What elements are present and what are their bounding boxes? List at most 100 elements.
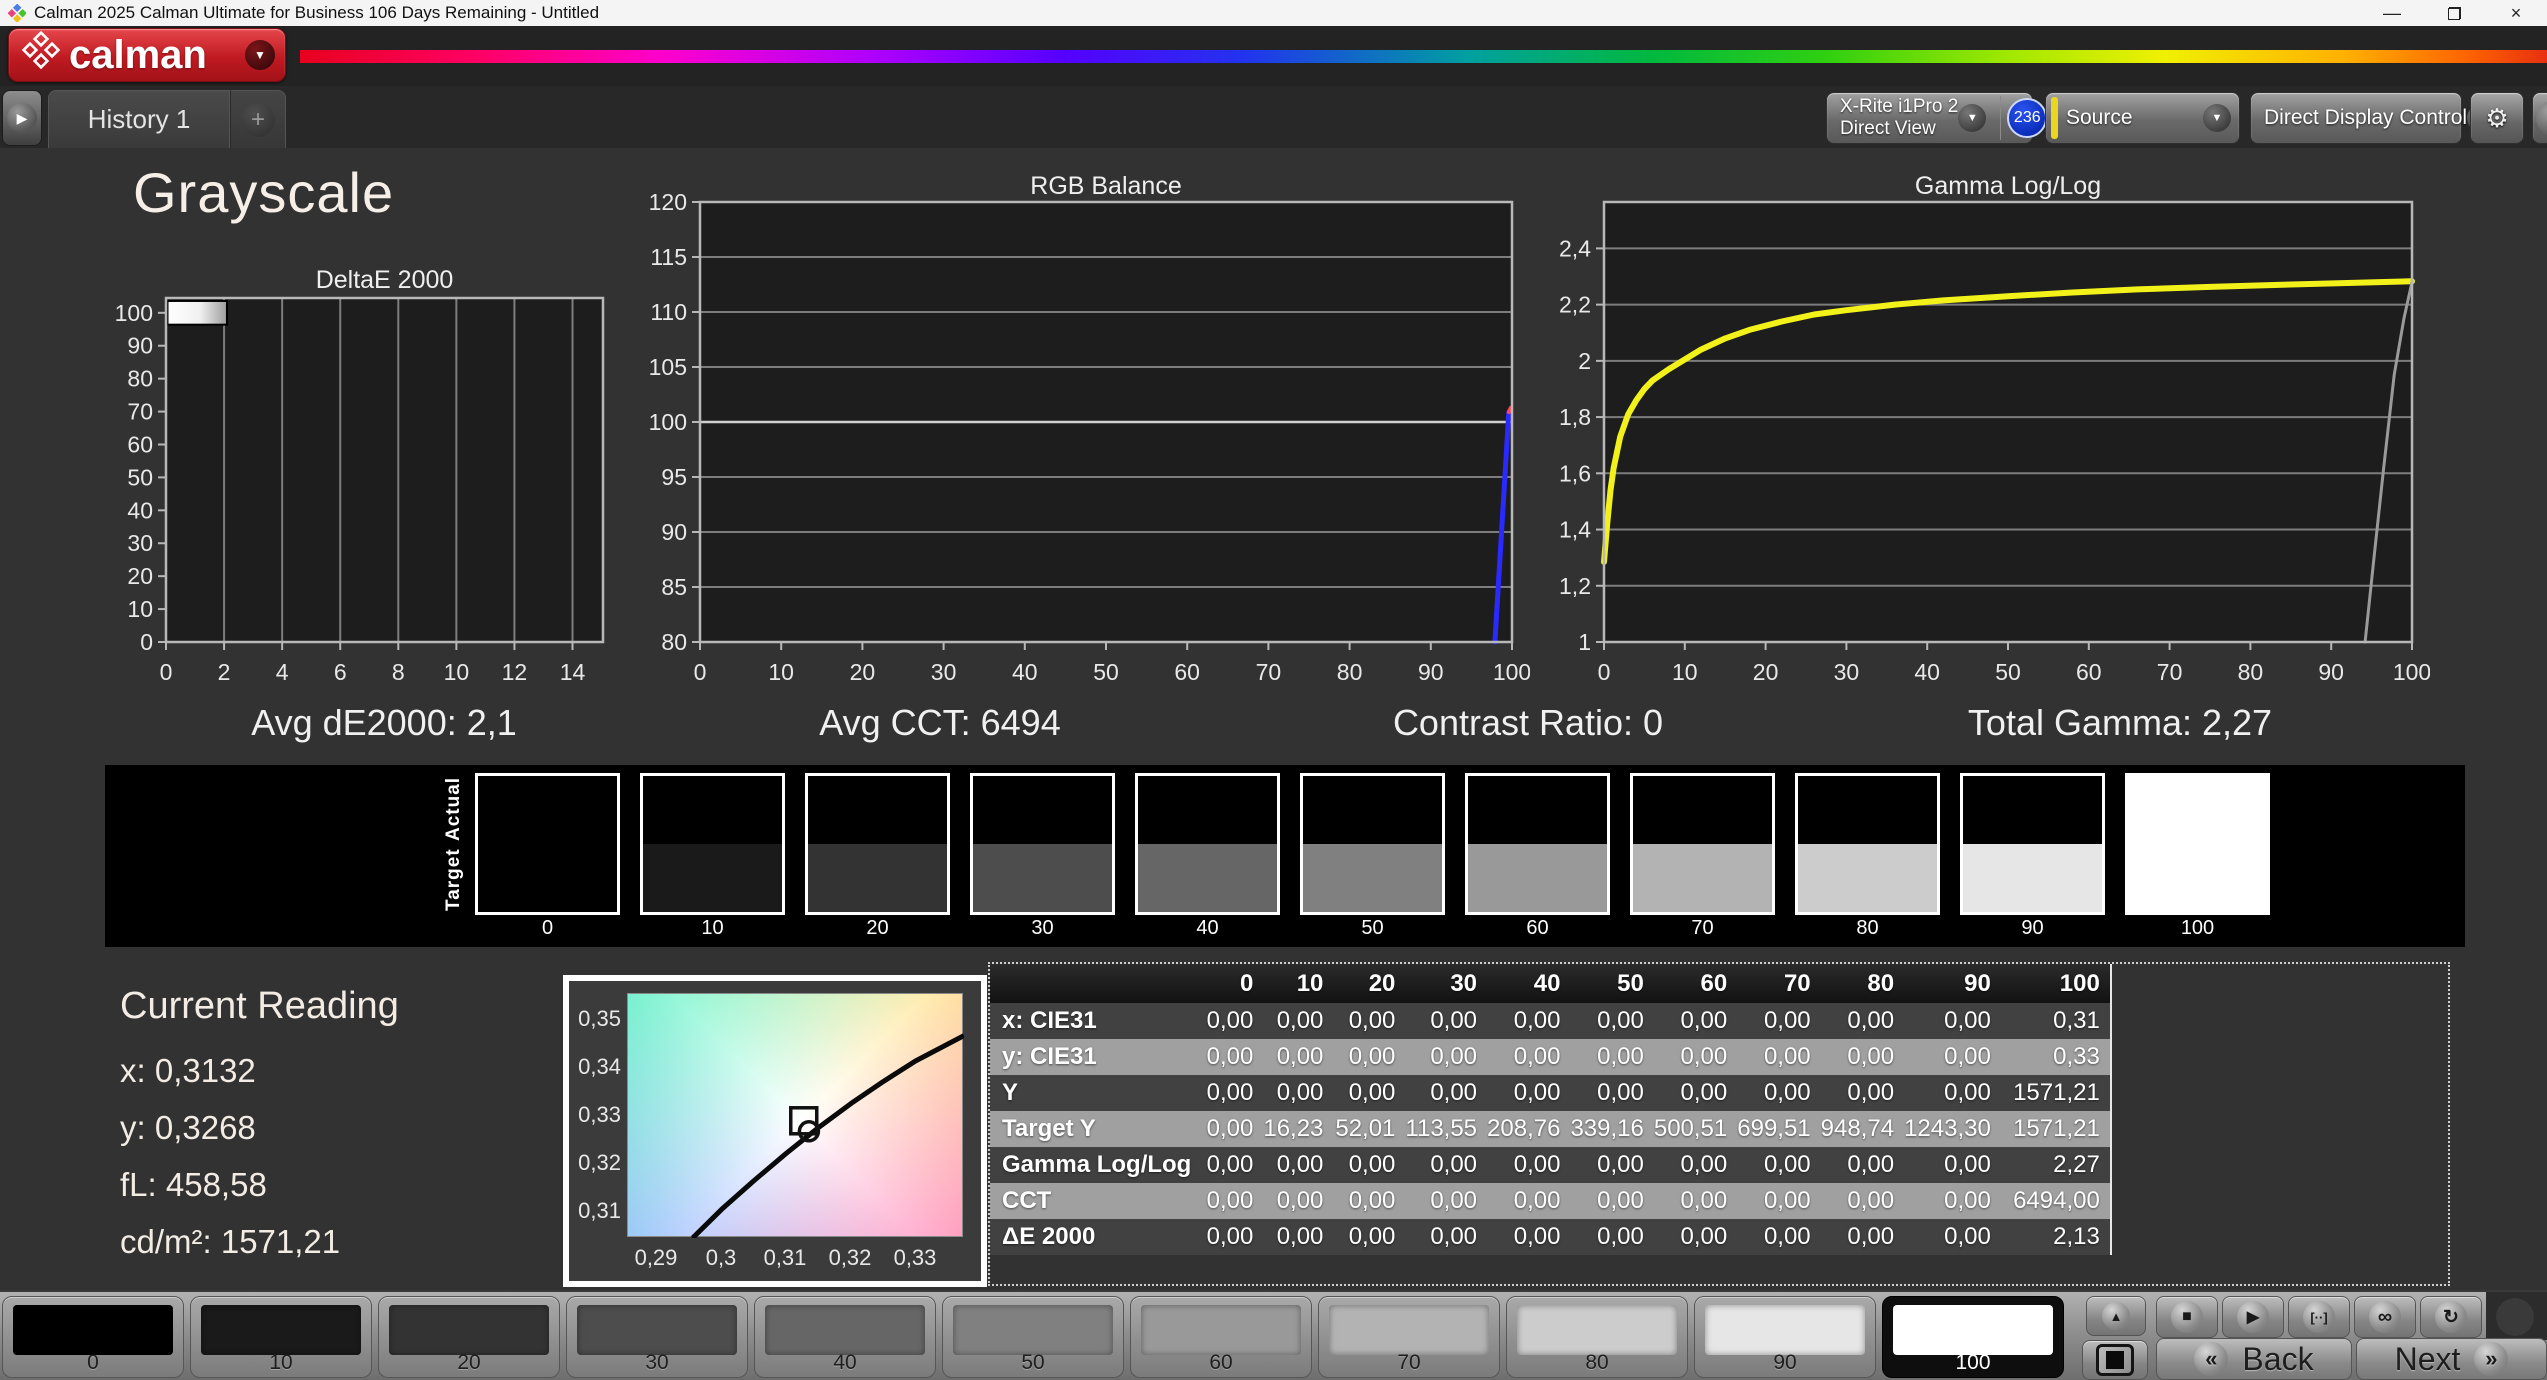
pattern-patch-button-0[interactable]: 0	[2, 1296, 184, 1378]
pattern-size-button[interactable]: [··]	[2288, 1296, 2350, 1338]
swatch-target	[808, 844, 947, 912]
pattern-patch-button-30[interactable]: 30	[566, 1296, 748, 1378]
table-cell: 0,00	[1597, 1043, 1644, 1070]
reading-y: y: 0,3268	[120, 1109, 256, 1146]
meter-mode: Direct View	[1840, 118, 1936, 139]
titlebar: Calman 2025 Calman Ultimate for Business…	[0, 0, 2547, 26]
pattern-panel-up-button[interactable]: ▲	[2086, 1296, 2146, 1336]
current-reading-panel: Current Reading x: 0,3132 y: 0,3268 fL: …	[120, 985, 399, 1270]
rgb-balance-chart: 0 10 20 30 40 50 60 70 80 90 100 80 85 90 95 100 105 110 1…	[630, 172, 1532, 698]
display-control-dropdown[interactable]: Direct Display Control ▼	[2250, 92, 2496, 144]
calman-menu-button[interactable]: calman ▼	[8, 28, 286, 82]
svg-text:60: 60	[1174, 659, 1200, 685]
pattern-patch-button-90[interactable]: 90	[1694, 1296, 1876, 1378]
table-cell: 0,00	[1597, 1007, 1644, 1034]
grayscale-swatch-40	[1135, 773, 1280, 915]
add-tab-button[interactable]: +	[230, 90, 286, 148]
play-button[interactable]: ▶	[2222, 1296, 2284, 1338]
pattern-patch-button-20[interactable]: 20	[378, 1296, 560, 1378]
pattern-window-button[interactable]	[2082, 1340, 2148, 1380]
minimize-button[interactable]: —	[2361, 0, 2423, 26]
table-cell: 0,00	[1430, 1007, 1478, 1034]
patch-chip	[1705, 1305, 1865, 1355]
svg-text:30: 30	[1834, 659, 1860, 685]
table-cell: 0,00	[1944, 1007, 1991, 1034]
table-cell: 0,00	[1206, 1115, 1254, 1142]
source-dropdown[interactable]: Source ▼	[2045, 92, 2240, 144]
pattern-patch-button-100[interactable]: 100	[1882, 1296, 2064, 1378]
window-controls: — ×	[2361, 0, 2547, 26]
grayscale-swatch-20	[805, 773, 950, 915]
table-cell: 52,01	[1335, 1115, 1396, 1142]
display-control-label: Direct Display Control	[2264, 106, 2468, 129]
reading-cdm2: cd/m²: 1571,21	[120, 1223, 341, 1260]
meter-dropdown[interactable]: X-Rite i1Pro 2 Direct View ▼ 236	[1826, 92, 2048, 144]
pattern-patch-button-40[interactable]: 40	[754, 1296, 936, 1378]
table-cell: 0,00	[1680, 1151, 1728, 1178]
meter-name: X-Rite i1Pro 2	[1840, 96, 1959, 117]
table-cell: 0,00	[1430, 1187, 1478, 1214]
pattern-patch-button-80[interactable]: 80	[1506, 1296, 1688, 1378]
play-arrow-icon: ▶	[7, 103, 37, 133]
table-cell: 0,00	[1763, 1151, 1811, 1178]
cie-x-tick-label: 0,31	[763, 1245, 807, 1270]
rainbow-bar	[300, 50, 2547, 63]
settings-button[interactable]: ⚙	[2470, 92, 2524, 144]
tab-scroll-button[interactable]: ▶	[2, 90, 42, 146]
swatch-actual	[1138, 776, 1277, 844]
swatch-actual	[1963, 776, 2102, 844]
table-cell: 0,00	[1763, 1079, 1811, 1106]
svg-text:10: 10	[768, 659, 794, 685]
next-button[interactable]: Next »	[2356, 1338, 2547, 1380]
svg-text:2,4: 2,4	[1559, 235, 1591, 261]
table-cell: 0,00	[1597, 1151, 1644, 1178]
collapse-toolbar-button[interactable]: ◀	[2532, 92, 2547, 144]
table-row: Target Y 0,00 16,23 52,01 113,55 208,76 339,16…	[990, 1111, 2111, 1147]
svg-text:80: 80	[1337, 659, 1363, 685]
table-cell: 0,00	[1206, 1043, 1254, 1070]
table-cell: 0,00	[1680, 1007, 1728, 1034]
svg-text:20: 20	[127, 563, 153, 589]
cie-chromaticity-chart: 0,35 0,34 0,33 0,32 0,31 0,29 0,3 0,31 0,32 0,33	[563, 975, 987, 1287]
table-cell: 0,00	[1680, 1223, 1728, 1250]
table-cell: 0,31	[2053, 1007, 2100, 1034]
svg-text:85: 85	[661, 574, 687, 600]
swatch-level-label: 100	[2180, 917, 2215, 939]
refresh-icon: ↻	[2435, 1301, 2467, 1333]
swatch-level-label: 80	[1856, 917, 1879, 939]
pattern-patch-button-50[interactable]: 50	[942, 1296, 1124, 1378]
chevron-down-icon: ▼	[1958, 104, 1987, 132]
pattern-patch-button-60[interactable]: 60	[1130, 1296, 1312, 1378]
table-cell: 0,00	[1944, 1223, 1991, 1250]
close-button[interactable]: ×	[2485, 0, 2547, 26]
table-cell: 0,00	[1206, 1151, 1254, 1178]
continuous-measure-button[interactable]: ∞	[2354, 1296, 2416, 1338]
calman-logo-text: calman	[69, 32, 207, 77]
cie-y-tick-label: 0,31	[578, 1198, 621, 1223]
refresh-button[interactable]: ↻	[2420, 1296, 2482, 1338]
cie-x-tick-label: 0,3	[705, 1245, 737, 1270]
swatch-actual	[643, 776, 782, 844]
svg-text:105: 105	[649, 354, 687, 380]
svg-text:100: 100	[2393, 659, 2430, 685]
table-cell: 0,00	[1944, 1043, 1991, 1070]
patch-chip	[389, 1305, 549, 1355]
grayscale-swatch-100	[2125, 773, 2270, 915]
stop-button[interactable]: ■	[2156, 1296, 2218, 1338]
patch-level-label: 70	[1397, 1351, 1421, 1374]
contrast-ratio-stat: Contrast Ratio: 0	[1392, 702, 1664, 743]
table-cell: 0,00	[1847, 1187, 1895, 1214]
actual-row-label: Actual	[443, 776, 464, 841]
svg-text:90: 90	[1418, 659, 1444, 685]
table-row-label: Target Y	[1002, 1115, 1096, 1142]
table-cell: 1571,21	[2013, 1079, 2100, 1106]
back-button[interactable]: « Back	[2156, 1338, 2352, 1380]
restore-button[interactable]	[2423, 0, 2485, 26]
swatch-actual	[1468, 776, 1607, 844]
pattern-patch-button-10[interactable]: 10	[190, 1296, 372, 1378]
meter-count-badge: 236	[2007, 98, 2048, 138]
svg-text:10: 10	[444, 659, 470, 685]
pattern-patch-button-70[interactable]: 70	[1318, 1296, 1500, 1378]
svg-text:2: 2	[1578, 348, 1591, 374]
tab-history-1[interactable]: History 1	[48, 90, 230, 148]
